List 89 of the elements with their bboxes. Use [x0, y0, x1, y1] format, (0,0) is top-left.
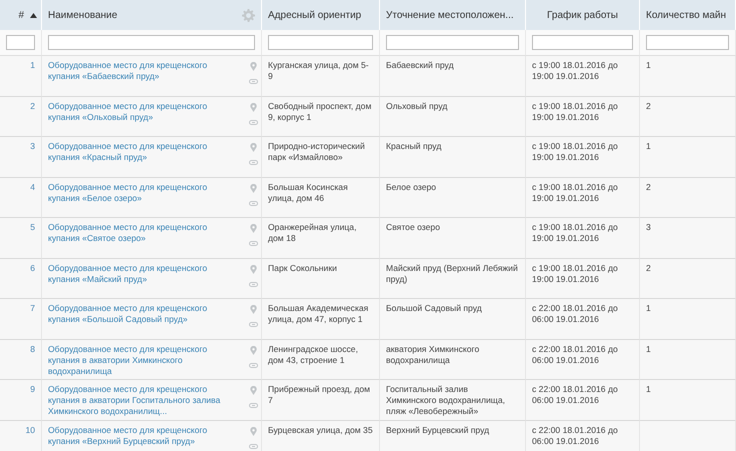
- table-cell: 1: [640, 340, 736, 380]
- record-link[interactable]: Оборудованное место для крещенского купания «Бабаевский пруд»: [48, 60, 226, 96]
- row-number: 8: [0, 340, 42, 380]
- table-cell: Прибрежный проезд, дом 7: [262, 380, 380, 420]
- table-cell: Ольховый пруд: [380, 96, 526, 137]
- table-cell: Большая Академическая улица, дом 47, корпус 1: [262, 299, 380, 340]
- record-link[interactable]: Оборудованное место для крещенского купания «Ольховый пруд»: [48, 100, 226, 136]
- row-number: 3: [0, 137, 42, 178]
- filter-field[interactable]: [268, 35, 373, 50]
- row-number: 5: [0, 218, 42, 258]
- table-cell: Парк Сокольники: [262, 258, 380, 299]
- table-cell: 3: [640, 218, 736, 258]
- row-number: 9: [0, 380, 42, 420]
- column-header[interactable]: #: [18, 10, 24, 20]
- table-cell: Бурцевская улица, дом 35: [262, 420, 380, 451]
- table-cell: Госпитальный залив Химкинского водохранилища, пляж «Левобережный»: [380, 380, 526, 420]
- table-cell: Красный пруд: [380, 137, 526, 178]
- table-cell: с 19:00 18.01.2016 до 19:00 19.01.2016: [526, 218, 640, 258]
- link-icon[interactable]: [249, 241, 258, 246]
- link-icon[interactable]: [249, 403, 258, 408]
- table-cell: Большой Садовый пруд: [380, 299, 526, 340]
- table-cell: Бабаевский пруд: [380, 56, 526, 96]
- table-cell: с 22:00 18.01.2016 до 06:00 19.01.2016: [526, 420, 640, 451]
- table-cell: 2: [640, 96, 736, 137]
- settings-icon[interactable]: [242, 8, 255, 22]
- table-cell: Большая Косинская улица, дом 46: [262, 178, 380, 218]
- map-pin-icon[interactable]: [250, 346, 257, 354]
- map-pin-icon[interactable]: [250, 426, 257, 436]
- table-cell: с 19:00 18.01.2016 до 19:00 19.01.2016: [526, 137, 640, 178]
- record-link[interactable]: Оборудованное место для крещенского купания «Святое озеро»: [48, 222, 226, 258]
- table-cell: 2: [640, 258, 736, 299]
- link-icon[interactable]: [249, 200, 258, 206]
- table-cell: Оранжерейная улица, дом 18: [262, 218, 380, 258]
- map-pin-icon[interactable]: [250, 224, 257, 233]
- sort-arrow-icon[interactable]: [30, 12, 37, 18]
- table-cell: Святое озеро: [380, 218, 526, 258]
- table-cell: Курганская улица, дом 5-9: [262, 56, 380, 96]
- record-link[interactable]: Оборудованное место для крещенского купания в акватории Химкинского водохранилища: [48, 344, 226, 379]
- map-pin-icon[interactable]: [250, 305, 257, 314]
- table-cell: акватория Химкинского водохранилища: [380, 340, 526, 380]
- link-icon[interactable]: [249, 120, 258, 124]
- record-link[interactable]: Оборудованное место для крещенского купания «Большой Садовый пруд»: [48, 303, 226, 338]
- record-link[interactable]: Оборудованное место для крещенского купания «Красный пруд»: [48, 141, 226, 176]
- table-cell: Ленинградское шоссе, дом 43, строение 1: [262, 340, 380, 380]
- filter-field[interactable]: [532, 35, 633, 50]
- table-cell: Природно-исторический парк «Измайлово»: [262, 137, 380, 178]
- record-link[interactable]: Оборудованное место для крещенского купания «Белое озеро»: [48, 182, 226, 217]
- table-cell: с 19:00 18.01.2016 до 19:00 19.01.2016: [526, 178, 640, 218]
- link-icon[interactable]: [249, 282, 258, 286]
- table-cell: с 22:00 18.01.2016 до 06:00 19.01.2016: [526, 380, 640, 420]
- row-number: 7: [0, 299, 42, 340]
- filter-field[interactable]: [48, 35, 255, 50]
- table-cell: 1: [640, 56, 736, 96]
- table-cell: с 22:00 18.01.2016 до 06:00 19.01.2016: [526, 299, 640, 340]
- table-cell: 1: [640, 380, 736, 420]
- map-pin-icon[interactable]: [250, 184, 257, 192]
- table-cell: 1: [640, 137, 736, 178]
- record-link[interactable]: Оборудованное место для крещенского купания «Верхний Бурцевский пруд»: [48, 424, 226, 451]
- filter-field[interactable]: [6, 35, 35, 50]
- table-cell: с 19:00 18.01.2016 до 19:00 19.01.2016: [526, 96, 640, 137]
- table-cell: Белое озеро: [380, 178, 526, 218]
- row-number: 10: [0, 420, 42, 451]
- row-number: 6: [0, 258, 42, 299]
- row-number: 2: [0, 96, 42, 137]
- column-header[interactable]: Наименование: [48, 10, 118, 20]
- map-pin-icon[interactable]: [250, 143, 257, 152]
- table-cell: с 19:00 18.01.2016 до 19:00 19.01.2016: [526, 56, 640, 96]
- table-cell: с 22:00 18.01.2016 до 06:00 19.01.2016: [526, 340, 640, 380]
- map-pin-icon[interactable]: [250, 62, 257, 71]
- map-pin-icon[interactable]: [250, 264, 257, 274]
- link-icon[interactable]: [249, 322, 258, 327]
- link-icon[interactable]: [249, 362, 258, 368]
- row-number: 1: [0, 56, 42, 96]
- link-icon[interactable]: [249, 160, 258, 165]
- table-cell: 1: [640, 299, 736, 340]
- filter-field[interactable]: [386, 35, 519, 50]
- map-pin-icon[interactable]: [250, 102, 257, 112]
- table-cell: 2: [640, 178, 736, 218]
- map-pin-icon[interactable]: [250, 386, 257, 395]
- row-number: 4: [0, 178, 42, 218]
- table-cell: Верхний Бурцевский пруд: [380, 420, 526, 451]
- table-cell: Свободный проспект, дом 9, корпус 1: [262, 96, 380, 137]
- record-link[interactable]: Оборудованное место для крещенского купания в акватории Госпитального залива Химкинского водохранилищ...: [48, 384, 226, 420]
- link-icon[interactable]: [249, 79, 258, 84]
- filter-field[interactable]: [646, 35, 729, 50]
- table-cell: с 19:00 18.01.2016 до 19:00 19.01.2016: [526, 258, 640, 299]
- link-icon[interactable]: [249, 444, 258, 448]
- table-cell: Майский пруд (Верхний Лебяжий пруд): [380, 258, 526, 299]
- record-link[interactable]: Оборудованное место для крещенского купания «Майский пруд»: [48, 262, 226, 298]
